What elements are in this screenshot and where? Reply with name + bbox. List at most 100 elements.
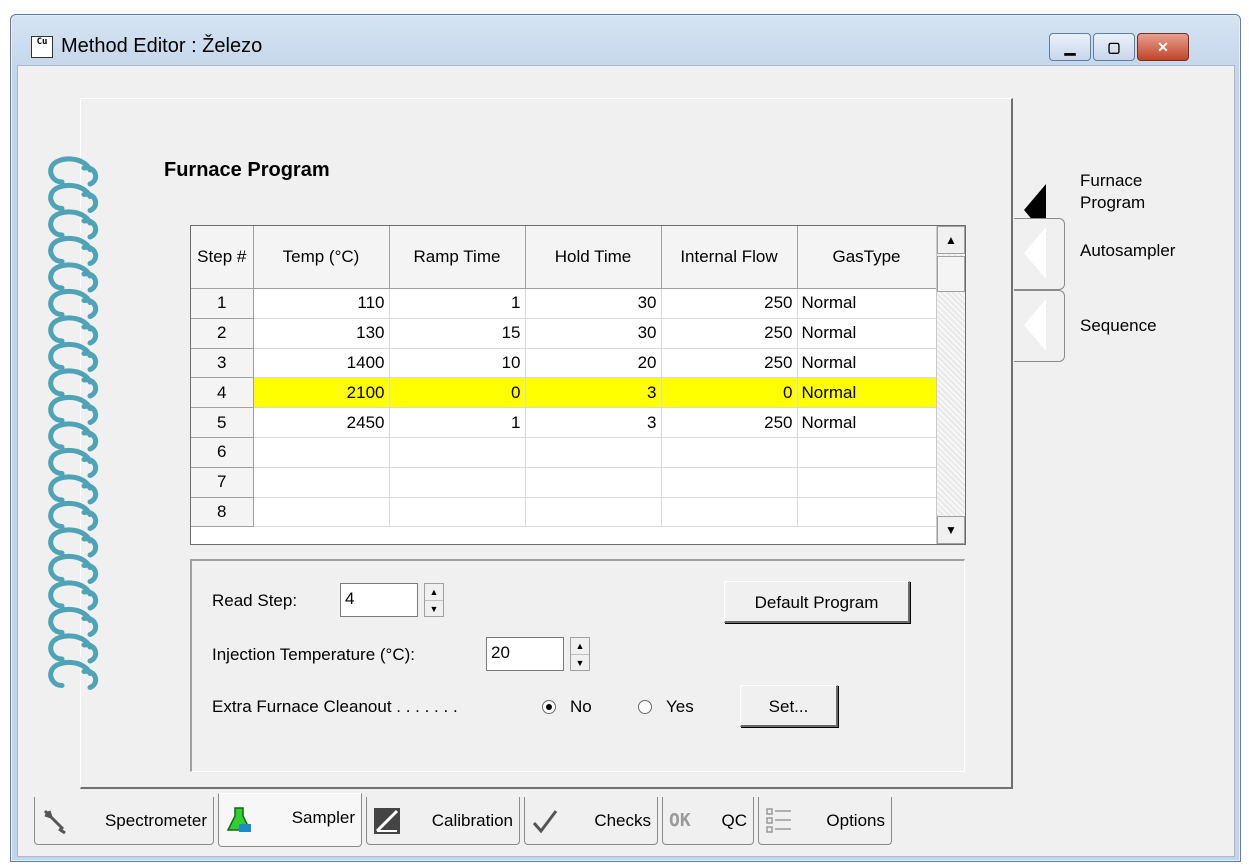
temp-cell[interactable] — [253, 437, 390, 468]
injection-temperature-spinner[interactable]: ▲ ▼ — [570, 637, 590, 671]
binding-ring — [48, 448, 99, 478]
read-step-spinner[interactable]: ▲ ▼ — [424, 583, 444, 617]
ramp-time-cell[interactable] — [389, 437, 526, 468]
internal-flow-cell[interactable] — [661, 437, 798, 468]
column-header-step[interactable]: Step # — [191, 226, 254, 289]
internal-flow-cell[interactable]: 250 — [661, 348, 798, 379]
tab-autosampler[interactable] — [1014, 218, 1065, 290]
hold-time-cell[interactable] — [525, 437, 662, 468]
hold-time-cell[interactable]: 30 — [525, 288, 662, 319]
hold-time-cell[interactable]: 20 — [525, 348, 662, 379]
tab-autosampler-label[interactable]: Autosampler — [1080, 241, 1175, 261]
tab-sequence-label[interactable]: Sequence — [1080, 316, 1157, 336]
internal-flow-cell[interactable] — [661, 467, 798, 498]
tab-sampler[interactable]: Sampler — [218, 793, 362, 847]
table-row[interactable]: 2 130 15 30 250 Normal — [191, 318, 937, 349]
hold-time-cell[interactable]: 30 — [525, 318, 662, 349]
table-row[interactable]: 6 — [191, 437, 937, 468]
temp-cell[interactable]: 2450 — [253, 407, 390, 438]
default-program-button[interactable]: Default Program — [724, 581, 910, 623]
radio-no-label[interactable]: No — [570, 697, 592, 717]
row-step-cell[interactable]: 6 — [191, 437, 254, 468]
row-step-cell[interactable]: 7 — [191, 467, 254, 498]
row-step-cell[interactable]: 2 — [191, 318, 254, 349]
spin-up-icon[interactable]: ▲ — [425, 584, 443, 601]
hold-time-cell[interactable] — [525, 467, 662, 498]
temp-cell[interactable]: 2100 — [253, 377, 390, 409]
ramp-time-cell[interactable] — [389, 467, 526, 498]
tab-checks[interactable]: Checks — [524, 797, 658, 845]
gas-type-cell[interactable]: Normal — [797, 318, 937, 349]
ramp-time-cell[interactable]: 10 — [389, 348, 526, 379]
injection-temperature-input[interactable]: 20 — [486, 637, 564, 671]
table-row[interactable]: 1 110 1 30 250 Normal — [191, 288, 937, 319]
gas-type-cell[interactable]: Normal — [797, 407, 937, 438]
app-icon: Cu — [31, 36, 53, 58]
title-bar[interactable]: Cu Method Editor : Železo ▁ ▢ ✕ — [11, 15, 1240, 63]
table-row[interactable]: 5 2450 1 3 250 Normal — [191, 407, 937, 438]
binding-ring — [48, 607, 99, 637]
radio-yes[interactable] — [638, 700, 652, 714]
temp-cell[interactable] — [253, 497, 390, 528]
column-header-ramp-time[interactable]: Ramp Time — [389, 226, 526, 289]
tab-sequence[interactable] — [1014, 290, 1065, 362]
gas-type-cell[interactable] — [797, 437, 937, 468]
scroll-up-icon[interactable]: ▲ — [937, 226, 965, 254]
table-row[interactable]: 4 2100 0 3 0 Normal — [191, 377, 937, 409]
internal-flow-cell[interactable]: 250 — [661, 318, 798, 349]
spin-down-icon[interactable]: ▼ — [571, 655, 589, 671]
internal-flow-cell[interactable]: 250 — [661, 407, 798, 438]
column-header-gas-type[interactable]: GasType — [797, 226, 937, 289]
scroll-down-icon[interactable]: ▼ — [937, 516, 965, 544]
table-row[interactable]: 7 — [191, 467, 937, 498]
grid-vertical-scrollbar[interactable]: ▲ ▼ — [936, 226, 965, 544]
set-button[interactable]: Set... — [740, 685, 838, 727]
internal-flow-cell[interactable] — [661, 497, 798, 528]
tab-spectrometer[interactable]: Spectrometer — [34, 797, 214, 845]
column-header-temp[interactable]: Temp (°C) — [253, 226, 390, 289]
tab-qc[interactable]: OK QC — [662, 797, 754, 845]
hold-time-cell[interactable]: 3 — [525, 407, 662, 438]
ramp-time-cell[interactable]: 0 — [389, 377, 526, 409]
spin-down-icon[interactable]: ▼ — [425, 601, 443, 617]
row-step-cell[interactable]: 5 — [191, 407, 254, 438]
radio-yes-label[interactable]: Yes — [666, 697, 694, 717]
tab-calibration[interactable]: Calibration — [366, 797, 520, 845]
table-row[interactable]: 8 — [191, 497, 937, 528]
hold-time-cell[interactable]: 3 — [525, 377, 662, 409]
ramp-time-cell[interactable]: 1 — [389, 288, 526, 319]
tab-options[interactable]: Options — [758, 797, 892, 845]
row-step-cell[interactable]: 3 — [191, 348, 254, 379]
table-row[interactable]: 3 1400 10 20 250 Normal — [191, 348, 937, 379]
scroll-thumb[interactable] — [937, 256, 965, 292]
temp-cell[interactable]: 130 — [253, 318, 390, 349]
temp-cell[interactable] — [253, 467, 390, 498]
radio-no[interactable] — [542, 700, 556, 714]
column-header-hold-time[interactable]: Hold Time — [525, 226, 662, 289]
furnace-program-grid[interactable]: Step # Temp (°C) Ramp Time Hold Time Int… — [190, 225, 966, 545]
temp-cell[interactable]: 1400 — [253, 348, 390, 379]
close-button[interactable]: ✕ — [1137, 33, 1189, 61]
internal-flow-cell[interactable]: 250 — [661, 288, 798, 319]
gas-type-cell[interactable]: Normal — [797, 377, 937, 409]
gas-type-cell[interactable]: Normal — [797, 348, 937, 379]
spin-up-icon[interactable]: ▲ — [571, 638, 589, 655]
row-step-cell[interactable]: 4 — [191, 377, 254, 409]
ramp-time-cell[interactable]: 15 — [389, 318, 526, 349]
minimize-button[interactable]: ▁ — [1049, 33, 1091, 61]
read-step-input[interactable]: 4 — [340, 583, 418, 617]
temp-cell[interactable]: 110 — [253, 288, 390, 319]
gas-type-cell[interactable] — [797, 467, 937, 498]
ramp-time-cell[interactable]: 1 — [389, 407, 526, 438]
gas-type-cell[interactable]: Normal — [797, 288, 937, 319]
hold-time-cell[interactable] — [525, 497, 662, 528]
row-step-cell[interactable]: 8 — [191, 497, 254, 528]
gas-type-cell[interactable] — [797, 497, 937, 528]
tab-furnace-program-label[interactable]: Furnace Program — [1080, 170, 1145, 214]
row-step-cell[interactable]: 1 — [191, 288, 254, 319]
column-header-internal-flow[interactable]: Internal Flow — [661, 226, 798, 289]
ramp-time-cell[interactable] — [389, 497, 526, 528]
internal-flow-cell[interactable]: 0 — [661, 377, 798, 409]
maximize-button[interactable]: ▢ — [1093, 33, 1135, 61]
spiral-binding — [48, 156, 99, 690]
